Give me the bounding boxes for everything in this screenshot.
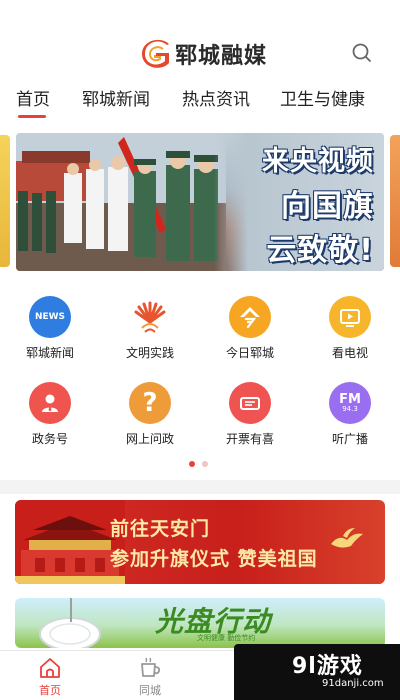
tab-hot-news[interactable]: 热点资讯 (166, 86, 250, 118)
ticket-icon (229, 382, 271, 424)
promo-subtitle: 文明健康 勤俭节约 (197, 634, 256, 642)
shortcut-label: 看电视 (331, 346, 368, 360)
tv-icon (329, 296, 371, 338)
promo-line-2: 参加升旗仪式 赞美祖国 (110, 548, 318, 570)
carousel[interactable]: 来央视频 向国旗 云致敬! (0, 133, 400, 273)
flag-guard-image (16, 133, 226, 271)
doves-icon (331, 528, 363, 548)
shortcut-civilization-practice[interactable]: 文明实践 (100, 296, 200, 382)
tiananmen-image (15, 500, 125, 584)
tab-yuncheng-news[interactable]: 郓城新闻 (66, 86, 150, 118)
shortcut-today-yuncheng[interactable]: 今日郓城 (200, 296, 300, 382)
banner-line-2: 向国旗 (281, 189, 374, 224)
question-icon: ? (129, 382, 171, 424)
shortcut-invoice-lottery[interactable]: 开票有喜 (200, 382, 300, 468)
nav-label: 首页 (39, 684, 61, 697)
carousel-prev-peek[interactable] (0, 135, 10, 267)
carousel-slide[interactable]: 来央视频 向国旗 云致敬! (16, 133, 384, 271)
shortcut-label: 今日郓城 (225, 346, 274, 360)
carousel-next-peek[interactable] (390, 135, 400, 267)
logo-mark-icon (141, 39, 173, 69)
tab-home[interactable]: 首页 (0, 86, 50, 118)
app-logo: 郓城融媒 (141, 38, 267, 70)
shortcut-grid: NEWS 郓城新闻 文明实践 今日郓城 看电视 政务号 ? 网上问政 开票有喜 … (0, 296, 400, 468)
shortcut-label: 听广播 (331, 432, 368, 446)
app-title: 郓城融媒 (175, 43, 268, 69)
banner-line-1: 来央视频 (262, 146, 374, 177)
page-dot-active[interactable] (189, 461, 195, 467)
shortcut-label: 网上问政 (125, 432, 174, 446)
banner-text-panel: 来央视频 向国旗 云致敬! (214, 133, 384, 271)
watermark-overlay: 9l游戏 91danji.com (234, 644, 400, 700)
nav-local[interactable]: 同城 (100, 651, 200, 700)
nav-home[interactable]: 首页 (0, 651, 100, 700)
plate-image (39, 598, 101, 648)
flower-icon (129, 296, 171, 338)
news-icon: NEWS (29, 296, 71, 338)
search-button[interactable] (350, 41, 374, 65)
radio-frequency: 94.3 (342, 405, 358, 413)
banner-line-3: 云致敬! (266, 233, 374, 268)
category-tabs: 首页 郓城新闻 热点资讯 卫生与健康 (0, 86, 400, 122)
promo-banner-clean-plate[interactable]: 光盘行动 文明健康 勤俭节约 (15, 598, 385, 648)
watermark-url: 91danji.com (322, 678, 384, 689)
official-icon (29, 382, 71, 424)
shortcut-label: 文明实践 (125, 346, 174, 360)
shortcut-listen-radio[interactable]: FM 94.3 听广播 (300, 382, 400, 468)
shortcut-label: 郓城新闻 (25, 346, 74, 360)
promo-line-1: 前往天安门 (110, 518, 211, 540)
app-header: 郓城融媒 (0, 30, 400, 76)
promo-banner-flag-ceremony[interactable]: 前往天安门 参加升旗仪式 赞美祖国 (15, 500, 385, 584)
radio-icon: FM 94.3 (329, 382, 371, 424)
today-icon (229, 296, 271, 338)
watermark-logo: 9l游戏 (292, 654, 363, 679)
section-divider (0, 480, 400, 494)
home-icon (40, 658, 60, 678)
page-indicator (189, 461, 208, 467)
page-dot[interactable] (202, 461, 208, 467)
shortcut-label: 开票有喜 (225, 432, 274, 446)
news-badge-text: NEWS (34, 312, 66, 322)
shortcut-yuncheng-news[interactable]: NEWS 郓城新闻 (0, 296, 100, 382)
shortcut-watch-tv[interactable]: 看电视 (300, 296, 400, 382)
shortcut-label: 政务号 (31, 432, 68, 446)
shortcut-official-account[interactable]: 政务号 (0, 382, 100, 468)
tab-health[interactable]: 卫生与健康 (264, 86, 365, 118)
cup-icon (141, 657, 161, 677)
shortcut-online-inquiry[interactable]: ? 网上问政 (100, 382, 200, 468)
search-icon (352, 43, 371, 62)
nav-label: 同城 (139, 684, 161, 697)
